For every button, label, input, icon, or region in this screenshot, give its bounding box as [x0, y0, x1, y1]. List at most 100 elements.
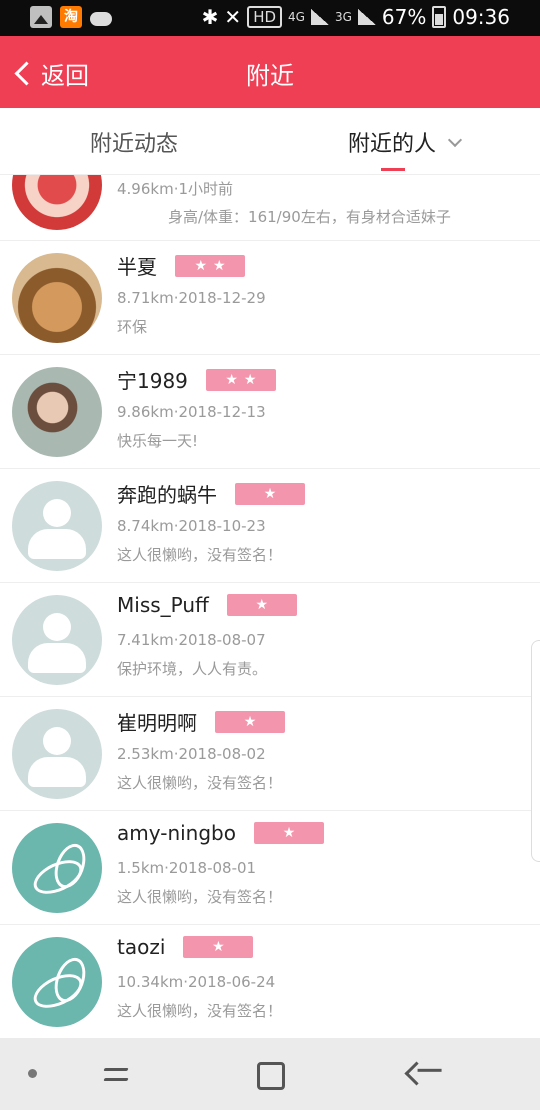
user-head-shape	[43, 727, 71, 755]
home-icon[interactable]	[257, 1062, 285, 1090]
taobao-icon: 淘	[60, 6, 82, 28]
signature: 环保	[117, 318, 148, 336]
header: 返回 附近	[0, 36, 540, 108]
status-bar: 淘 ✱ ✕ HD 4G 3G 67% 09:36	[0, 0, 540, 36]
distance-time: 9.86km·2018-12-13	[117, 403, 266, 421]
signal-icon	[310, 9, 329, 25]
user-name: taozi	[117, 935, 166, 959]
user-name: 崔明明啊	[117, 711, 197, 735]
star-badge: ★	[215, 710, 285, 733]
signature: 这人很懒哟，没有签名！	[117, 774, 283, 792]
avatar-default-user-icon[interactable]	[12, 481, 102, 571]
user-name: Miss_Puff	[117, 593, 209, 617]
user-name: 奔跑的蜗牛	[117, 483, 217, 507]
nearby-people-list[interactable]: 4.96km·1小时前 身高/体重：161/90左右，有身材合适妹子 半夏 ★ ★…	[0, 175, 540, 1035]
user-body-shape	[28, 529, 86, 559]
network-3g-label: 3G	[334, 10, 352, 24]
system-nav-bar	[0, 1038, 540, 1110]
user-body-shape	[28, 757, 86, 787]
user-name: 半夏	[117, 255, 157, 279]
list-item[interactable]: taozi ★ 10.34km·2018-06-24 这人很懒哟，没有签名！	[0, 925, 540, 1035]
tab-nearby-posts[interactable]: 附近动态	[90, 126, 178, 158]
nav-dot-icon[interactable]	[28, 1069, 37, 1078]
star-icon: ★	[282, 825, 296, 841]
active-tab-indicator	[381, 168, 405, 171]
user-head-shape	[43, 613, 71, 641]
user-name: amy-ningbo	[117, 821, 236, 845]
avatar-default-user-icon[interactable]	[12, 595, 102, 685]
chevron-down-icon[interactable]	[447, 132, 463, 148]
name-row: Miss_Puff ★	[117, 593, 297, 617]
avatar[interactable]	[12, 175, 102, 230]
name-row: 宁1989 ★ ★	[117, 365, 276, 394]
signature: 这人很懒哟，没有签名！	[117, 546, 283, 564]
star-badge: ★	[253, 822, 324, 844]
star-badge: ★ ★	[175, 254, 245, 277]
star-badge: ★	[183, 936, 254, 958]
network-4g-label: 4G	[288, 10, 305, 24]
name-row: taozi ★	[117, 935, 254, 959]
tab-bar: 附近动态 附近的人	[0, 108, 540, 175]
star-icon: ★	[263, 485, 277, 502]
star-icon: ★	[255, 597, 269, 613]
scroll-handle[interactable]	[531, 640, 540, 862]
list-item[interactable]: 崔明明啊 ★ 2.53km·2018-08-02 这人很懒哟，没有签名！	[0, 697, 540, 811]
list-item[interactable]: 4.96km·1小时前 身高/体重：161/90左右，有身材合适妹子	[0, 175, 540, 241]
avatar-leaf-icon[interactable]	[12, 937, 102, 1027]
star-icon: ★	[243, 371, 257, 388]
name-row: 半夏 ★ ★	[117, 251, 245, 280]
back-icon[interactable]	[404, 1061, 429, 1086]
mute-icon: ✕	[224, 5, 242, 29]
list-item[interactable]: 半夏 ★ ★ 8.71km·2018-12-29 环保	[0, 241, 540, 355]
signature: 身高/体重：161/90左右，有身材合适妹子	[168, 208, 451, 226]
distance-time: 2.53km·2018-08-02	[117, 745, 266, 763]
avatar-default-user-icon[interactable]	[12, 709, 102, 799]
distance-time: 7.41km·2018-08-07	[117, 631, 266, 649]
hd-badge: HD	[247, 6, 283, 28]
signature: 快乐每一天!	[117, 432, 199, 450]
star-icon: ★	[213, 257, 226, 274]
status-right-icons: ✱ ✕ HD 4G 3G 67% 09:36	[202, 5, 510, 29]
bluetooth-icon: ✱	[201, 5, 219, 29]
distance-time: 8.74km·2018-10-23	[117, 517, 266, 535]
signature: 保护环境，人人有责。	[117, 660, 268, 678]
weather-cloud-icon	[90, 12, 112, 26]
star-icon: ★	[212, 939, 225, 955]
star-icon: ★	[194, 257, 207, 274]
name-row: 崔明明啊 ★	[117, 707, 285, 736]
name-row: 奔跑的蜗牛 ★	[117, 479, 305, 508]
distance-time: 4.96km·1小时前	[117, 180, 234, 198]
distance-time: 10.34km·2018-06-24	[117, 973, 276, 991]
avatar[interactable]	[12, 367, 102, 457]
user-name: 宁1989	[117, 369, 188, 393]
user-head-shape	[43, 499, 71, 527]
battery-icon	[432, 6, 447, 28]
signal-icon-2	[357, 9, 376, 25]
list-item[interactable]: amy-ningbo ★ 1.5km·2018-08-01 这人很懒哟，没有签名…	[0, 811, 540, 925]
recent-apps-icon[interactable]	[104, 1062, 128, 1086]
avatar[interactable]	[12, 253, 102, 343]
distance-time: 8.71km·2018-12-29	[117, 289, 266, 307]
avatar-leaf-icon[interactable]	[12, 823, 102, 913]
gallery-icon	[30, 6, 52, 28]
tab-label: 附近的人	[348, 132, 437, 157]
star-icon: ★	[225, 371, 238, 388]
star-badge: ★	[235, 482, 305, 505]
tab-label: 附近动态	[90, 132, 179, 157]
star-icon: ★	[243, 713, 257, 730]
distance-time: 1.5km·2018-08-01	[117, 859, 257, 877]
clock: 09:36	[452, 5, 510, 29]
battery-percent: 67%	[381, 5, 427, 29]
star-badge: ★	[226, 594, 297, 616]
signature: 这人很懒哟，没有签名！	[117, 1002, 283, 1020]
tab-nearby-people[interactable]: 附近的人	[348, 126, 463, 158]
list-item[interactable]: 奔跑的蜗牛 ★ 8.74km·2018-10-23 这人很懒哟，没有签名！	[0, 469, 540, 583]
star-badge: ★ ★	[205, 368, 276, 391]
status-left-icons: 淘	[30, 6, 112, 28]
page-title: 附近	[246, 62, 294, 90]
list-item[interactable]: Miss_Puff ★ 7.41km·2018-08-07 保护环境，人人有责。	[0, 583, 540, 697]
signature: 这人很懒哟，没有签名！	[117, 888, 283, 906]
user-body-shape	[28, 643, 86, 673]
name-row: amy-ningbo ★	[117, 821, 324, 845]
list-item[interactable]: 宁1989 ★ ★ 9.86km·2018-12-13 快乐每一天!	[0, 355, 540, 469]
